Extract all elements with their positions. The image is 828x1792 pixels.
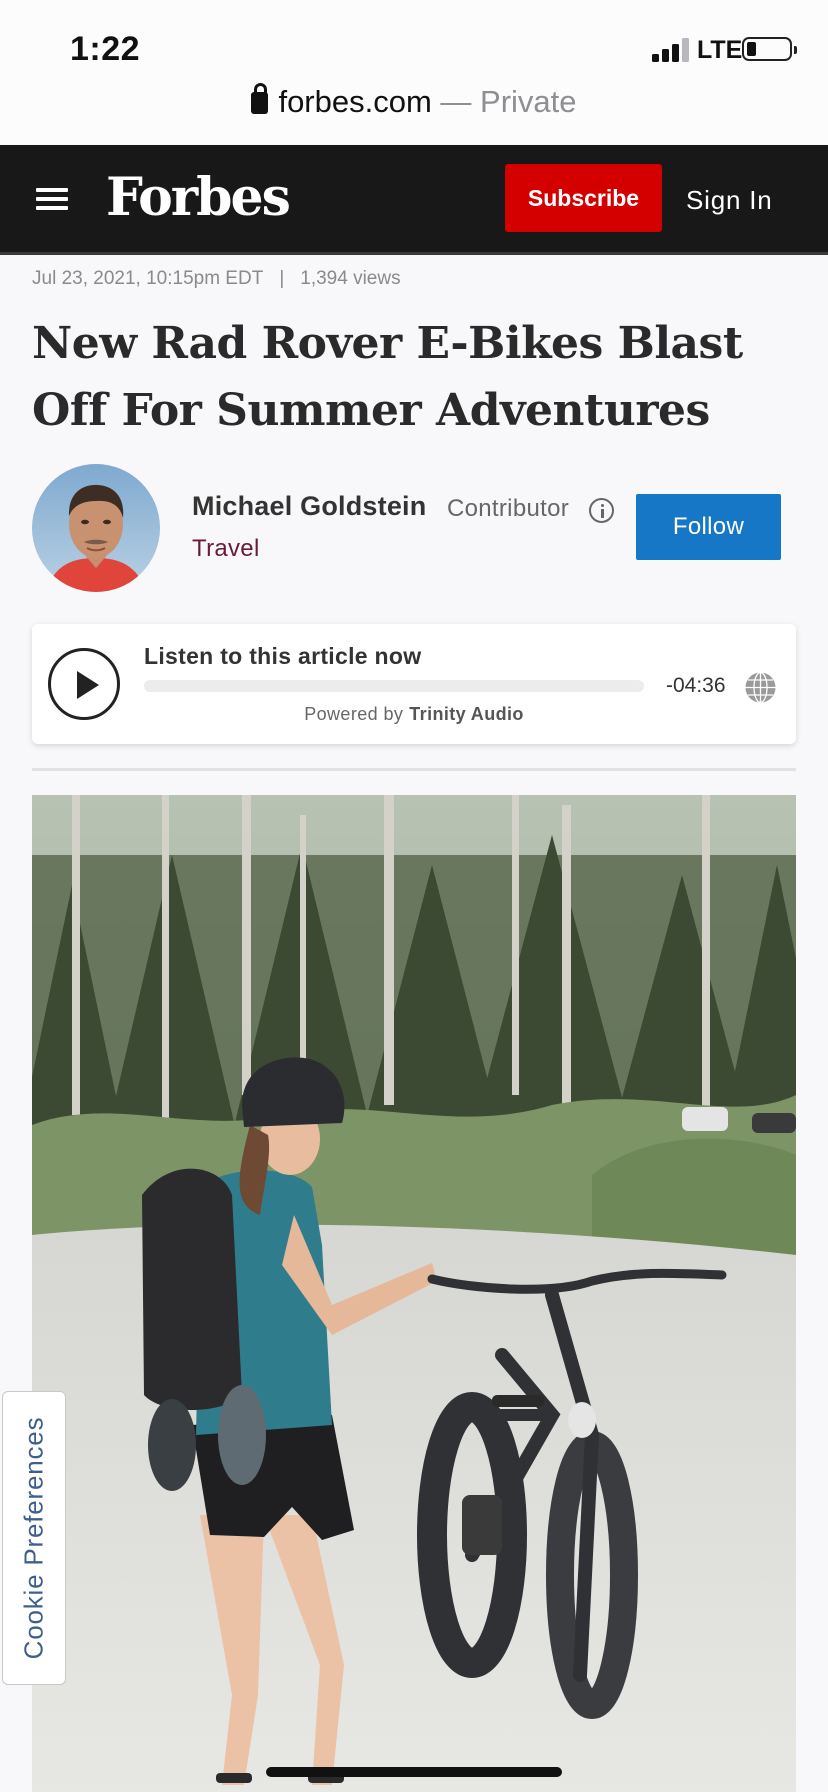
status-bar: 1:22 LTE [0, 0, 828, 95]
status-time: 1:22 [70, 30, 141, 68]
meta-separator: | [279, 268, 285, 289]
audio-player: Listen to this article now -04:36 Powere… [32, 624, 796, 744]
follow-button[interactable]: Follow [636, 494, 781, 560]
view-count: 1,394 views [300, 268, 401, 289]
audio-time-remaining: -04:36 [666, 674, 726, 697]
article-title: New Rad Rover E-Bikes Blast Off For Summ… [32, 318, 743, 436]
cookie-preferences-label: Cookie Preferences [18, 1416, 49, 1660]
audio-progress-bar[interactable] [144, 680, 644, 692]
network-label: LTE [697, 36, 743, 64]
hamburger-icon[interactable] [36, 188, 68, 210]
author-channel-link[interactable]: Travel [192, 535, 260, 563]
globe-icon[interactable] [744, 671, 777, 704]
url-domain: forbes.com [278, 84, 432, 119]
powered-by: Powered by Trinity Audio [32, 704, 796, 725]
audio-title: Listen to this article now [144, 643, 422, 669]
cookie-preferences-tab[interactable]: Cookie Preferences [2, 1391, 66, 1685]
author-name[interactable]: Michael Goldstein [192, 491, 426, 522]
article-hero-image[interactable] [32, 795, 796, 1792]
divider [32, 768, 796, 771]
lock-icon [251, 83, 269, 114]
sign-in-link[interactable]: Sign In [686, 185, 773, 216]
battery-icon [742, 37, 797, 61]
signal-icon [652, 38, 690, 62]
publish-date: Jul 23, 2021, 10:15pm EDT [32, 268, 264, 289]
article-meta: Jul 23, 2021, 10:15pm EDT | 1,394 views [32, 268, 401, 290]
site-header: Forbes Subscribe Sign In [0, 145, 828, 255]
author-avatar[interactable] [32, 464, 160, 592]
author-role: Contributor [447, 495, 570, 522]
powered-by-label: Powered by [304, 704, 404, 724]
forbes-logo[interactable]: Forbes [106, 167, 291, 228]
address-bar[interactable]: forbes.com — Private [0, 83, 828, 144]
info-icon[interactable] [589, 498, 614, 523]
trinity-audio-link[interactable]: Trinity Audio [409, 704, 524, 724]
subscribe-button[interactable]: Subscribe [505, 164, 662, 232]
home-indicator[interactable] [266, 1767, 562, 1777]
private-mode-label: — Private [440, 84, 577, 119]
